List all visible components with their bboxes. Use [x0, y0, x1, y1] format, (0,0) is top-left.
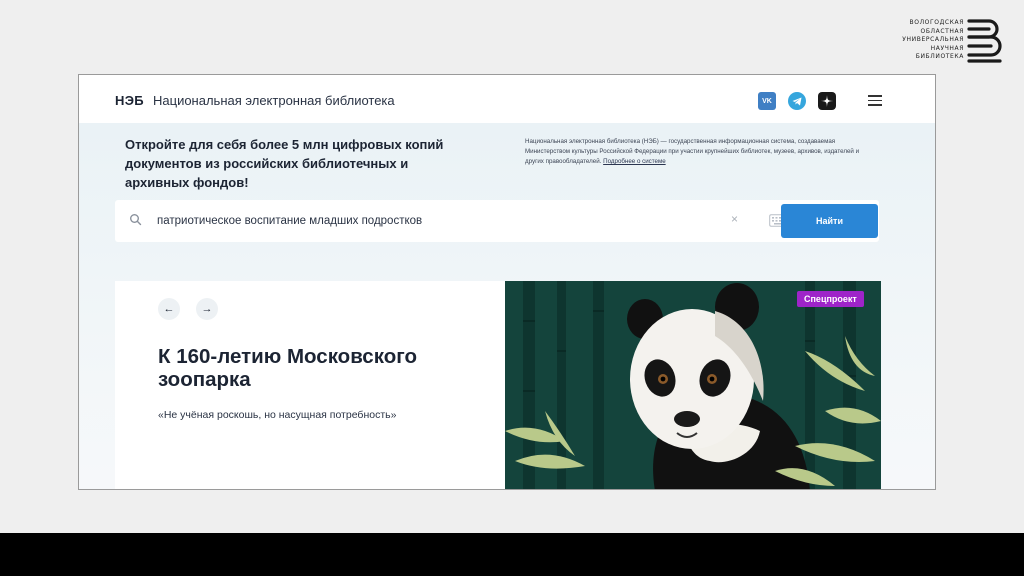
slide-title[interactable]: К 160-летию Московского зоопарка: [158, 345, 478, 391]
hero-title: Откройте для себя более 5 млн цифровых к…: [125, 137, 444, 190]
hamburger-menu-icon[interactable]: [868, 95, 882, 106]
library-name: ВОЛОГОДСКАЯ ОБЛАСТНАЯ УНИВЕРСАЛЬНАЯ НАУЧ…: [902, 19, 964, 61]
slide-quote: «Не учёная роскошь, но насущная потребно…: [158, 409, 397, 421]
slide-next-button[interactable]: →: [196, 298, 218, 320]
search-bar: × Найти: [115, 200, 879, 242]
site-logo[interactable]: НЭБ: [115, 93, 144, 108]
site-title[interactable]: Национальная электронная библиотека: [153, 93, 395, 108]
slide-prev-button[interactable]: ←: [158, 298, 180, 320]
library-logo: ВОЛОГОДСКАЯ ОБЛАСТНАЯ УНИВЕРСАЛЬНАЯ НАУЧ…: [896, 18, 1006, 66]
dzen-icon[interactable]: [818, 92, 836, 110]
site-header: НЭБ Национальная электронная библиотека …: [79, 75, 935, 123]
vk-icon[interactable]: VK: [758, 92, 776, 110]
hero-description: Национальная электронная библиотека (НЭБ…: [525, 138, 860, 165]
clear-icon[interactable]: ×: [731, 212, 738, 226]
library-mark-icon: [967, 19, 1002, 63]
panda-image-icon: [505, 281, 881, 489]
telegram-icon[interactable]: [788, 92, 806, 110]
neb-site-screenshot: НЭБ Национальная электронная библиотека …: [78, 74, 936, 490]
about-system-link[interactable]: Подробнее о системе: [603, 158, 666, 165]
search-input[interactable]: [157, 210, 657, 232]
bottom-black-bar: [0, 533, 1024, 576]
hero-section: Откройте для себя более 5 млн цифровых к…: [79, 123, 935, 489]
special-project-badge[interactable]: Спецпроект: [797, 291, 864, 307]
panda-illustration[interactable]: Спецпроект: [505, 281, 881, 489]
featured-slide: ← → К 160-летию Московского зоопарка «Не…: [115, 281, 881, 489]
search-icon: [130, 214, 142, 226]
search-button[interactable]: Найти: [781, 204, 878, 238]
